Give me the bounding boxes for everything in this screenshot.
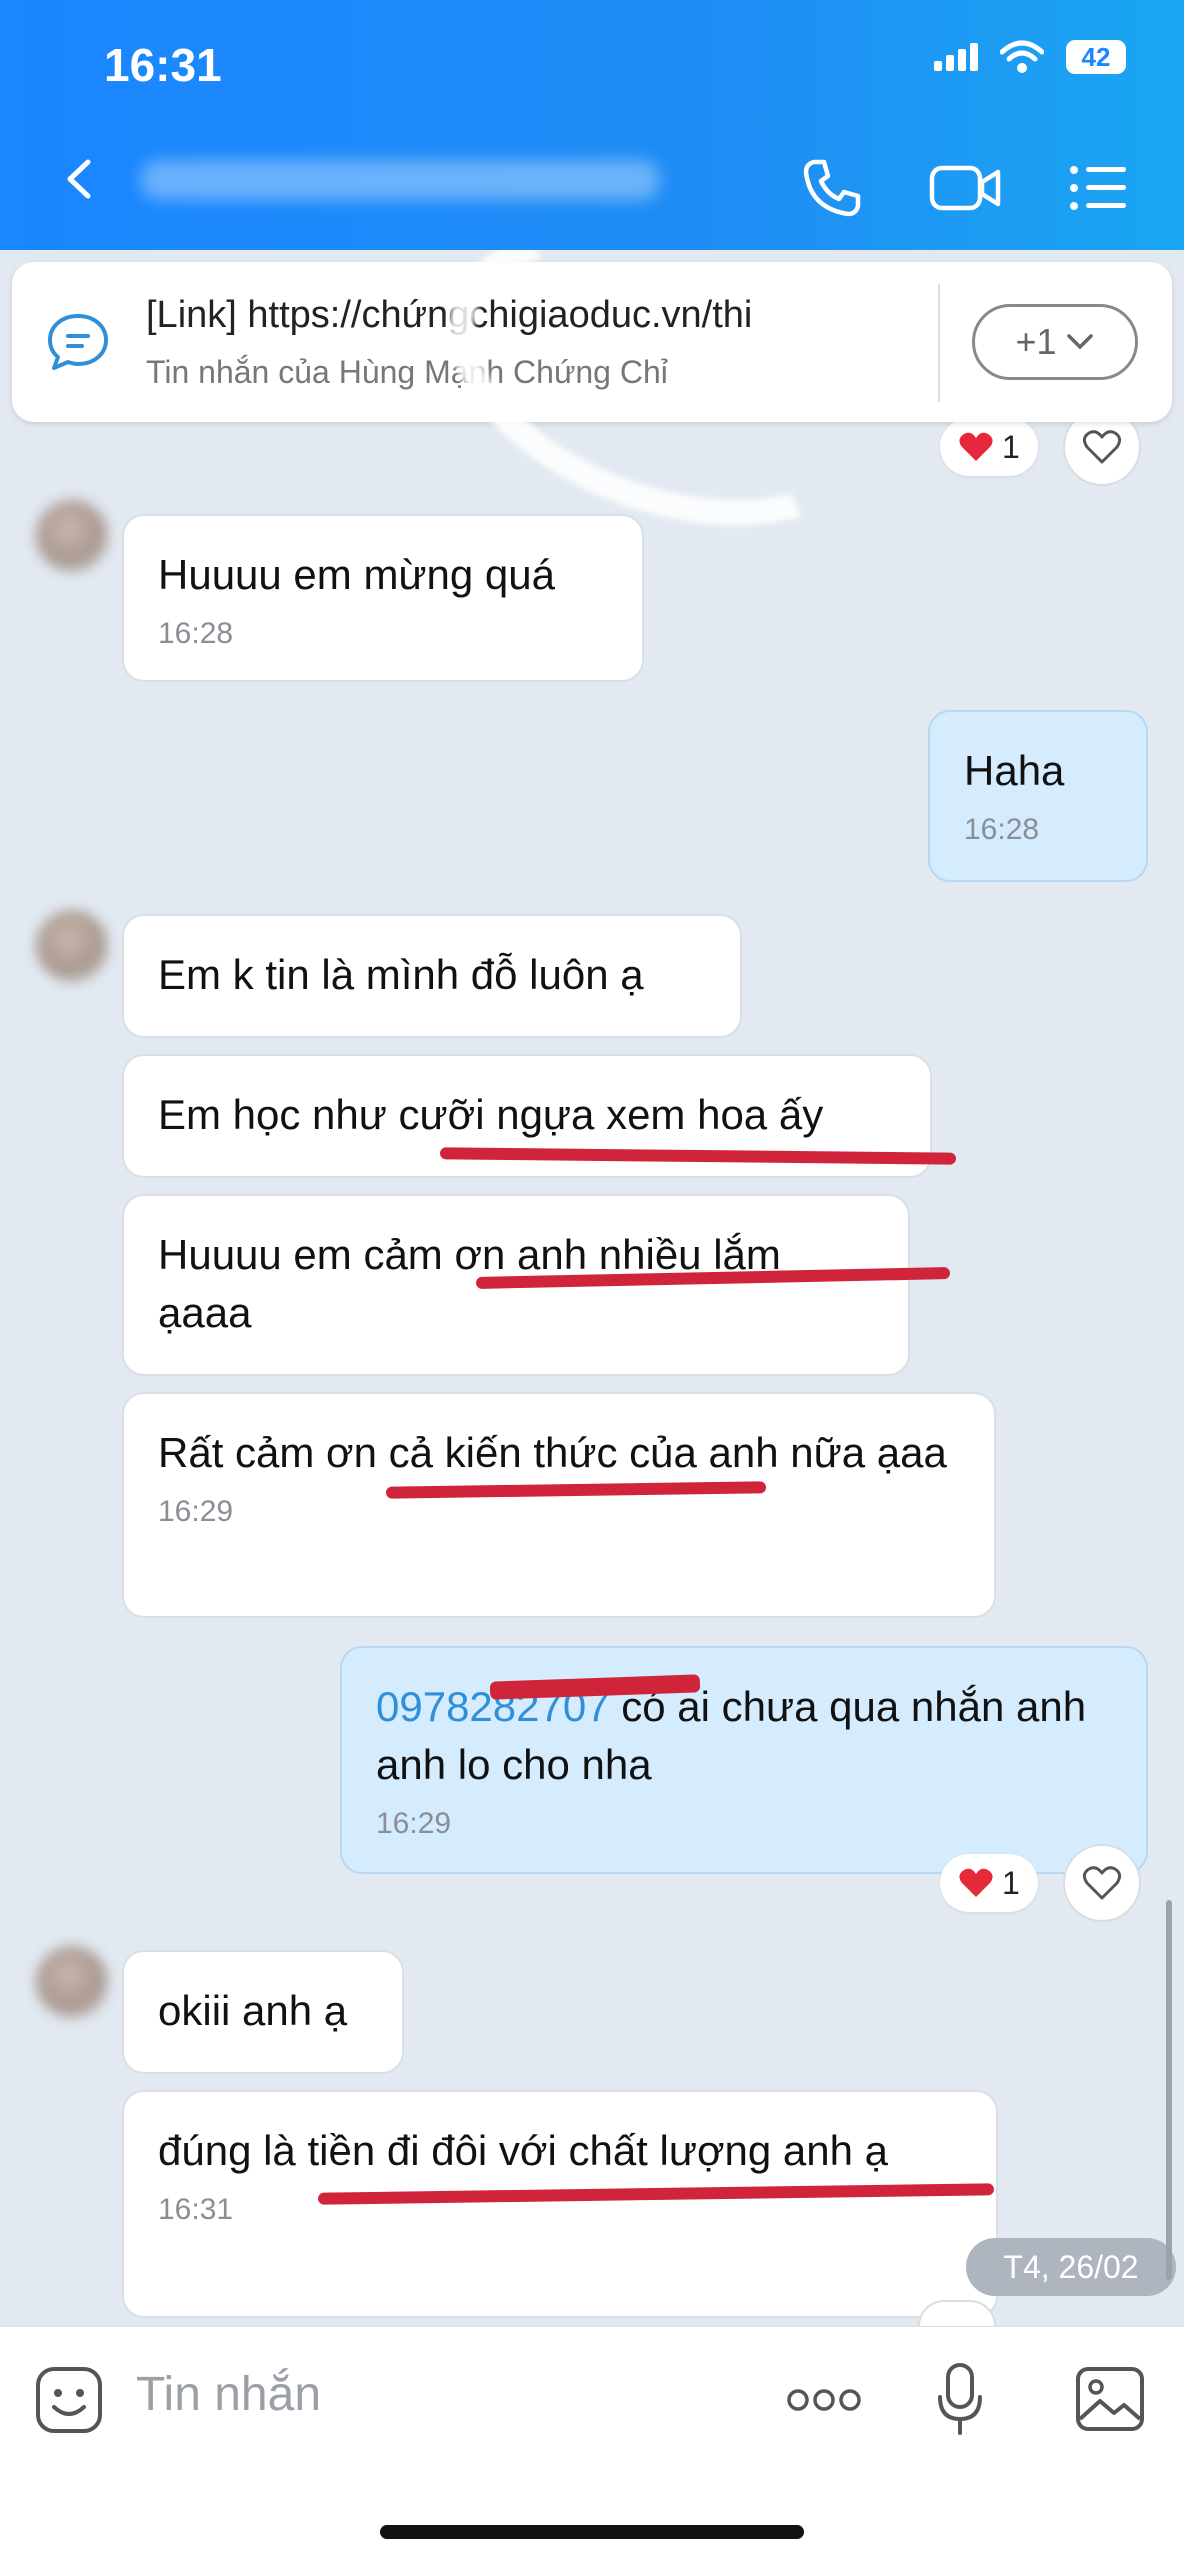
reaction-count[interactable]: 1 <box>940 1854 1038 1912</box>
image-icon[interactable] <box>1074 2365 1146 2433</box>
reaction-count[interactable]: 1 <box>940 418 1038 476</box>
pinned-more-count: +1 <box>1015 321 1057 362</box>
battery-icon: 42 <box>1066 40 1126 74</box>
message-bubble[interactable]: đúng là tiền đi đôi với chất lượng anh ạ… <box>122 2090 998 2318</box>
divider <box>938 284 940 402</box>
message-text: Em học như cưỡi ngựa xem hoa ấy <box>158 1091 824 1138</box>
message-input[interactable]: Tin nhắn <box>136 2367 321 2422</box>
heart-icon <box>959 1868 993 1897</box>
status-time: 16:31 <box>104 39 222 91</box>
message-bubble[interactable]: okiii anh ạ <box>122 1950 404 2074</box>
status-icons: 42 <box>934 40 1126 74</box>
scrollbar[interactable] <box>1166 1900 1172 2280</box>
chat-header: 16:31 42 <box>0 0 1184 250</box>
message-bubble[interactable]: Huuuu em mừng quá 16:28 <box>122 514 644 682</box>
back-icon[interactable] <box>60 158 102 200</box>
emoji-icon[interactable] <box>34 2365 104 2435</box>
message-text: Huuuu em mừng quá <box>158 551 556 598</box>
message-text: 0978282707 có ai chưa qua nhắn anh anh l… <box>376 1678 1112 1794</box>
avatar[interactable] <box>36 910 108 982</box>
message-bubble[interactable]: Em k tin là mình đỗ luôn ạ <box>122 914 742 1038</box>
signal-icon <box>934 43 978 71</box>
avatar[interactable] <box>36 500 108 572</box>
message-bubble[interactable]: Rất cảm ơn cả kiến thức của anh nữa ạaa … <box>122 1392 996 1618</box>
react-button[interactable] <box>1063 1844 1141 1922</box>
message-time: 16:29 <box>376 1807 452 1840</box>
phone-icon[interactable] <box>800 156 864 220</box>
mic-icon[interactable] <box>934 2361 986 2437</box>
message-text: Em k tin là mình đỗ luôn ạ <box>158 951 644 998</box>
message-input-bar: Tin nhắn <box>0 2326 1184 2561</box>
chevron-down-icon <box>1066 334 1093 350</box>
reaction-number: 1 <box>1002 1864 1020 1901</box>
message-time: 16:29 <box>158 1495 234 1528</box>
home-indicator <box>380 2525 804 2539</box>
message-time: 16:28 <box>158 617 234 650</box>
react-button[interactable] <box>918 2300 996 2326</box>
message-text: đúng là tiền đi đôi với chất lượng anh ạ <box>158 2127 888 2174</box>
message-text: Rất cảm ơn cả kiến thức của anh nữa ạaa <box>158 1429 947 1476</box>
date-badge: T4, 26/02 <box>966 2238 1176 2296</box>
chat-icon <box>48 314 108 370</box>
wifi-icon <box>1000 40 1044 73</box>
message-bubble-mine[interactable]: 0978282707 có ai chưa qua nhắn anh anh l… <box>340 1646 1148 1874</box>
menu-icon[interactable] <box>1066 156 1130 220</box>
pinned-more-button[interactable]: +1 <box>972 304 1138 380</box>
reaction-number: 1 <box>1002 428 1020 465</box>
message-text: Haha <box>964 747 1065 794</box>
message-text: okiii anh ạ <box>158 1987 348 2034</box>
more-icon[interactable] <box>786 2387 862 2413</box>
message-bubble-mine[interactable]: Haha 16:28 <box>928 710 1148 882</box>
heart-icon <box>1082 1866 1122 1900</box>
message-time: 16:28 <box>964 813 1040 846</box>
heart-icon <box>1082 430 1122 464</box>
video-icon[interactable] <box>928 156 1002 220</box>
avatar[interactable] <box>36 1946 108 2018</box>
contact-name[interactable] <box>140 160 660 200</box>
heart-icon <box>959 432 993 461</box>
